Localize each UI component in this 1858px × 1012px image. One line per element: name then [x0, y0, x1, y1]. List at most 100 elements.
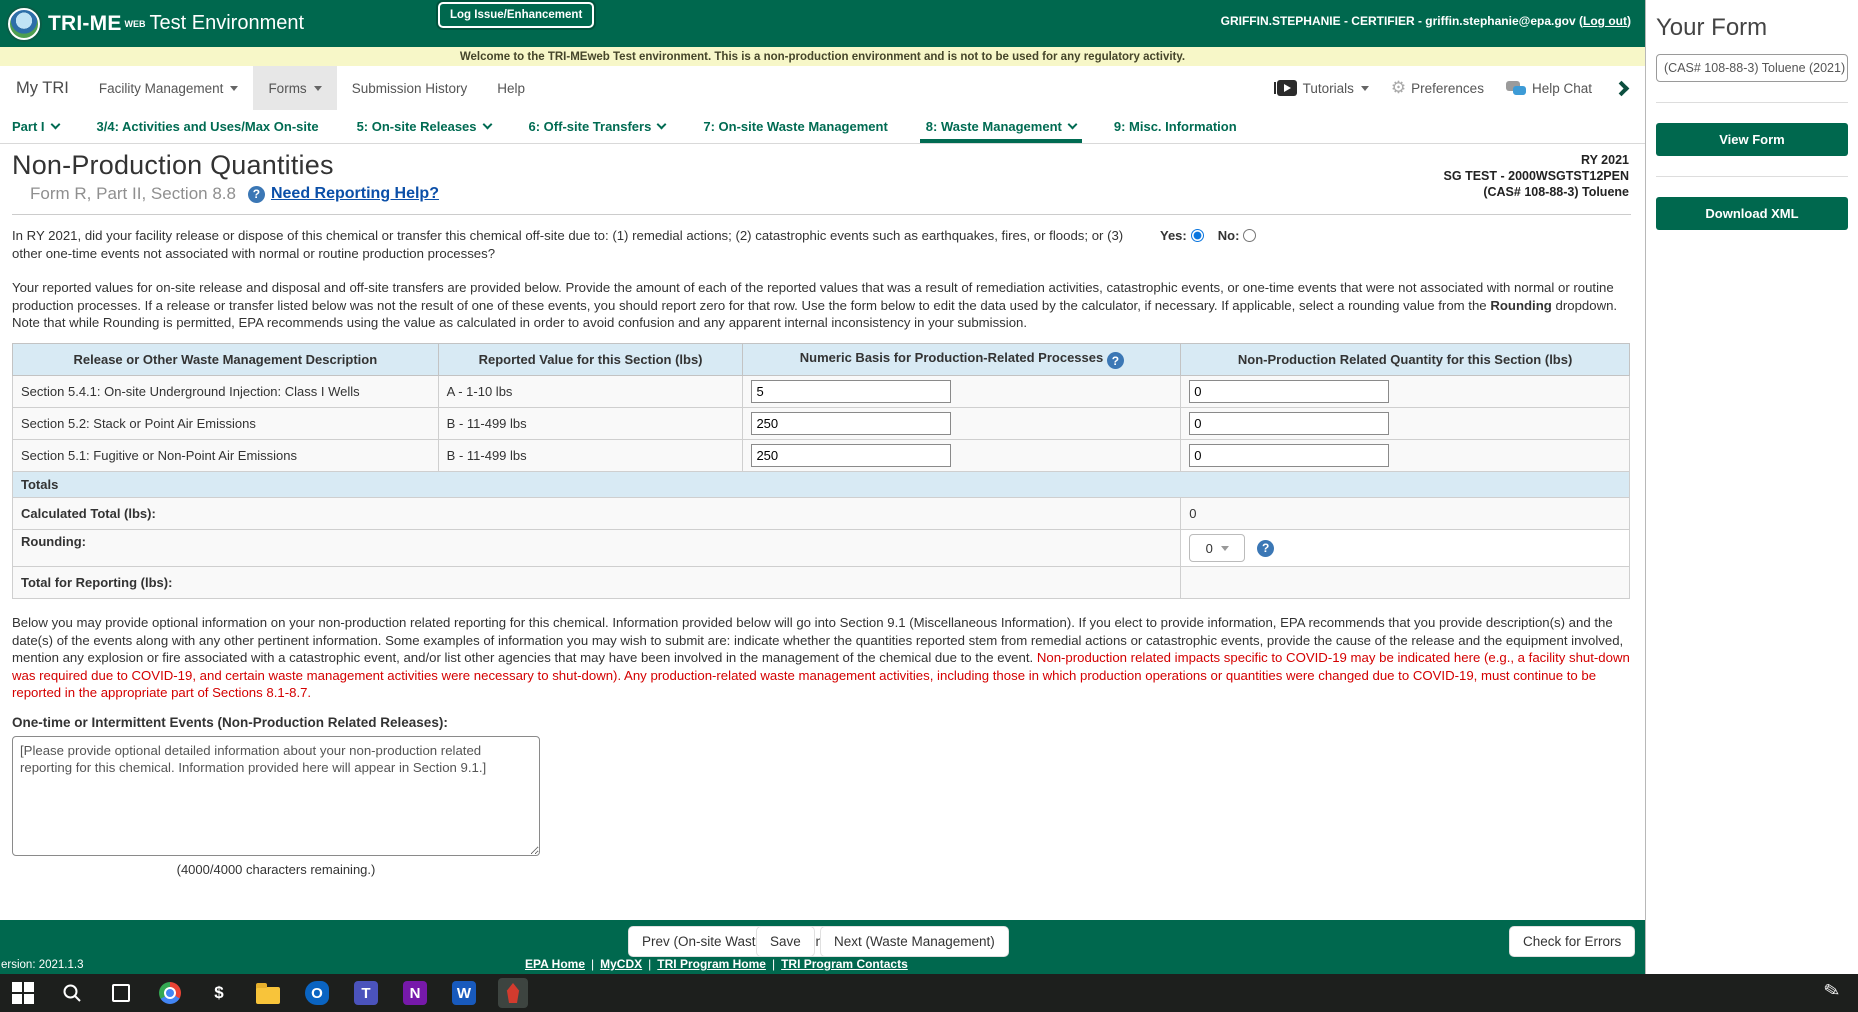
nav-submission-history[interactable]: Submission History — [337, 66, 483, 110]
save-button[interactable]: Save — [756, 926, 815, 957]
calculated-total-row: Calculated Total (lbs): 0 — [13, 498, 1630, 530]
nav-help-label: Help — [497, 81, 525, 96]
yes-radio[interactable] — [1191, 229, 1204, 242]
tab-misc-information[interactable]: 9: Misc. Information — [1114, 110, 1237, 143]
tri-program-home-link[interactable]: TRI Program Home — [657, 957, 766, 971]
chars-remaining: (4000/4000 characters remaining.) — [12, 862, 540, 877]
col-description: Release or Other Waste Management Descri… — [13, 343, 439, 376]
environment-banner-text: Welcome to the TRI-MEweb Test environmen… — [460, 51, 1185, 63]
epa-logo-icon — [8, 8, 40, 40]
gear-icon — [1391, 78, 1406, 98]
numeric-basis-input[interactable] — [751, 444, 951, 467]
nav-preferences[interactable]: Preferences — [1385, 78, 1490, 98]
onenote-icon[interactable]: N — [400, 978, 430, 1008]
help-circle-icon[interactable] — [248, 186, 265, 203]
chrome-icon[interactable] — [155, 978, 185, 1008]
app-title-env: Test Environment — [150, 12, 305, 35]
nav-help-chat[interactable]: Help Chat — [1500, 81, 1598, 96]
chevron-down-icon — [657, 120, 667, 130]
environment-banner: Welcome to the TRI-MEweb Test environmen… — [0, 47, 1645, 66]
nav-tutorials-label: Tutorials — [1303, 81, 1354, 96]
numeric-basis-input[interactable] — [751, 380, 951, 403]
table-row: Section 5.2: Stack or Point Air Emission… — [13, 408, 1630, 440]
tab-part-1-label: Part I — [12, 119, 45, 134]
tab-part-1[interactable]: Part I — [12, 110, 59, 143]
tab-waste-management[interactable]: 8: Waste Management — [926, 110, 1076, 143]
log-issue-button[interactable]: Log Issue/Enhancement — [438, 2, 594, 28]
non-production-input[interactable] — [1189, 444, 1389, 467]
version-text: ersion: 2021.1.3 — [1, 959, 83, 971]
word-icon[interactable]: W — [449, 978, 479, 1008]
mycdx-link[interactable]: MyCDX — [600, 957, 642, 971]
search-icon[interactable] — [57, 978, 87, 1008]
tab-waste-management-label: 8: Waste Management — [926, 119, 1062, 134]
tab-onsite-waste-management-label: 7: On-site Waste Management — [703, 119, 887, 134]
file-explorer-icon[interactable] — [253, 978, 283, 1008]
nav-right: Tutorials Preferences Help Chat — [1271, 66, 1627, 110]
help-circle-icon[interactable] — [1257, 540, 1274, 557]
epa-home-link[interactable]: EPA Home — [525, 957, 585, 971]
task-view-icon[interactable] — [106, 978, 136, 1008]
col-non-production: Non-Production Related Quantity for this… — [1181, 343, 1630, 376]
intro-paragraph: Your reported values for on-site release… — [12, 279, 1631, 332]
nav-my-tri-label: My TRI — [16, 79, 69, 98]
non-production-input[interactable] — [1189, 380, 1389, 403]
next-button[interactable]: Next (Waste Management) — [820, 926, 1009, 957]
nav-facility-management[interactable]: Facility Management — [84, 66, 254, 110]
numeric-basis-input[interactable] — [751, 412, 951, 435]
nav-forms[interactable]: Forms — [253, 66, 336, 110]
tab-onsite-releases[interactable]: 5: On-site Releases — [357, 110, 491, 143]
chevron-down-icon — [314, 86, 322, 91]
rounding-label: Rounding: — [13, 530, 1181, 567]
check-for-errors-button[interactable]: Check for Errors — [1509, 926, 1635, 957]
radio-group: Yes: No: — [1160, 228, 1270, 243]
help-circle-icon[interactable] — [1107, 352, 1124, 369]
sidebar-title: Your Form — [1656, 14, 1848, 42]
download-xml-button[interactable]: Download XML — [1656, 197, 1848, 230]
col-numeric-basis-label: Numeric Basis for Production-Related Pro… — [800, 350, 1103, 365]
table-row: Section 5.1: Fugitive or Non-Point Air E… — [13, 440, 1630, 472]
separator: | — [648, 957, 651, 971]
chevron-right-icon[interactable] — [1614, 80, 1630, 96]
tab-offsite-transfers[interactable]: 6: Off-site Transfers — [529, 110, 666, 143]
calculated-total-label: Calculated Total (lbs): — [13, 498, 1181, 530]
pen-icon[interactable] — [1822, 979, 1842, 1005]
main-nav: My TRI Facility Management Forms Submiss… — [0, 66, 1645, 110]
windows-start-icon[interactable] — [8, 978, 38, 1008]
intro-rounding-bold: Rounding — [1490, 298, 1552, 313]
teams-icon[interactable]: T — [351, 978, 381, 1008]
form-select[interactable]: (CAS# 108-88-3) Toluene (2021) — [1656, 54, 1848, 82]
no-radio[interactable] — [1243, 229, 1256, 242]
nav-my-tri[interactable]: My TRI — [0, 66, 84, 110]
non-production-input[interactable] — [1189, 412, 1389, 435]
col-numeric-basis: Numeric Basis for Production-Related Pro… — [743, 343, 1181, 376]
nav-tutorials[interactable]: Tutorials — [1271, 80, 1375, 96]
divider — [1656, 176, 1848, 177]
total-reporting-label: Total for Reporting (lbs): — [13, 567, 1181, 599]
tab-onsite-waste-management[interactable]: 7: On-site Waste Management — [703, 110, 887, 143]
active-app-icon[interactable] — [498, 978, 528, 1008]
need-reporting-help-link[interactable]: Need Reporting Help? — [271, 185, 439, 203]
tri-program-contacts-link[interactable]: TRI Program Contacts — [781, 957, 908, 971]
events-textarea[interactable]: [Please provide optional detailed inform… — [12, 736, 540, 856]
app-title-web: WEB — [125, 19, 146, 29]
user-name: GRIFFIN.STEPHANIE - CERTIFIER - griffin.… — [1221, 14, 1583, 28]
view-form-button[interactable]: View Form — [1656, 123, 1848, 156]
logout-link[interactable]: Log out — [1583, 14, 1627, 28]
dollar-app-icon[interactable]: $ — [204, 978, 234, 1008]
tab-onsite-releases-label: 5: On-site Releases — [357, 119, 477, 134]
tab-activities-uses[interactable]: 3/4: Activities and Uses/Max On-site — [97, 110, 319, 143]
nav-help[interactable]: Help — [482, 66, 540, 110]
video-icon — [1277, 80, 1297, 96]
rounding-select-value: 0 — [1206, 541, 1213, 556]
outlook-icon[interactable]: O — [302, 978, 332, 1008]
rounding-select[interactable]: 0 — [1189, 534, 1245, 562]
non-production-table: Release or Other Waste Management Descri… — [12, 343, 1630, 600]
separator: | — [772, 957, 775, 971]
divider — [1656, 102, 1848, 103]
page: TRI-ME WEB Test Environment Log Issue/En… — [0, 0, 1858, 1012]
row-description: Section 5.2: Stack or Point Air Emission… — [13, 408, 439, 440]
total-reporting-row: Total for Reporting (lbs): — [13, 567, 1630, 599]
facility-id: SG TEST - 2000WSGTST12PEN — [1444, 168, 1629, 184]
your-form-sidebar: Your Form (CAS# 108-88-3) Toluene (2021)… — [1645, 0, 1858, 974]
